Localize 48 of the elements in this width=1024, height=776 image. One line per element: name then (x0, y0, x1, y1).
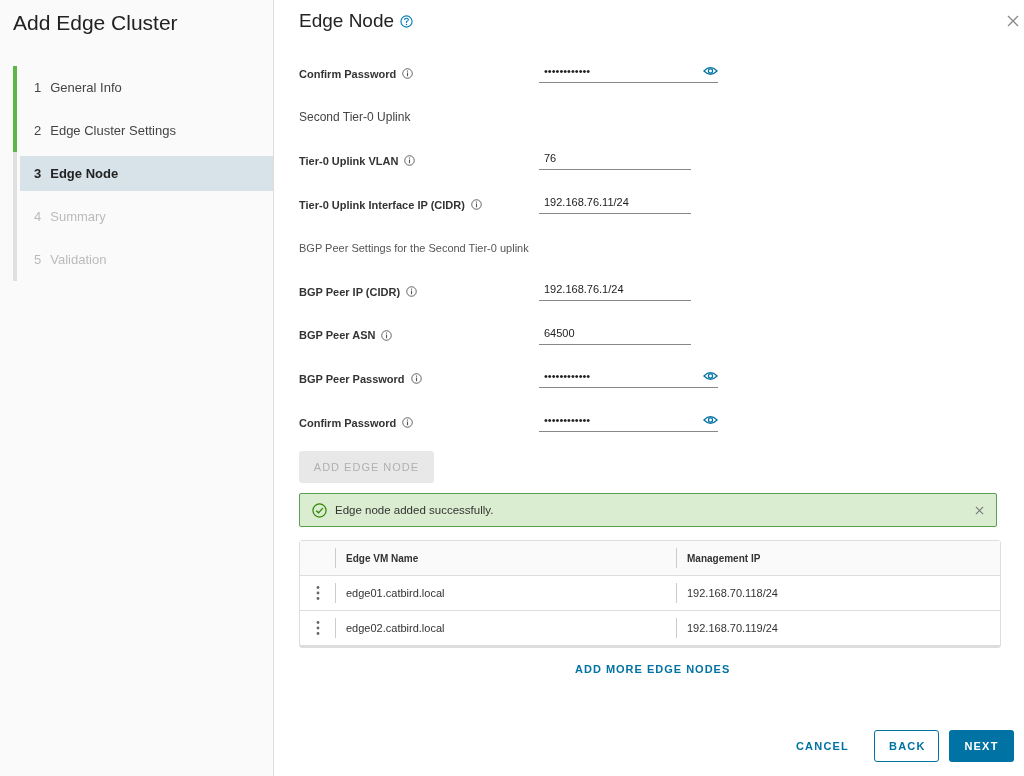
table-cell: 192.168.70.119/24 (676, 618, 1000, 639)
add-more-edge-nodes-link[interactable]: ADD MORE EDGE NODES (569, 662, 737, 677)
input-field[interactable]: 76 (539, 151, 691, 171)
input-field[interactable]: 192.168.76.11/24 (539, 195, 691, 215)
info-icon[interactable] (402, 417, 414, 429)
wizard-step[interactable]: 1 General Info (20, 66, 273, 109)
field-label: BGP Peer IP (CIDR) (299, 285, 401, 298)
field-label: Tier-0 Uplink Interface IP (CIDR) (299, 198, 465, 211)
column-header: Edge VM Name (335, 548, 676, 569)
table-cell: 192.168.70.118/24 (676, 583, 1000, 604)
field-label: Confirm Password (299, 67, 397, 80)
section-subheading: BGP Peer Settings for the Second Tier-0 uplink (299, 242, 529, 255)
info-icon[interactable] (410, 373, 422, 385)
eye-icon[interactable] (703, 415, 718, 426)
cancel-button[interactable]: CANCEL (780, 730, 864, 762)
close-icon[interactable] (975, 505, 984, 515)
wizard-step[interactable]: 2 Edge Cluster Settings (20, 109, 273, 152)
table-cell: edge02.catbird.local (335, 618, 676, 639)
info-icon[interactable] (404, 155, 416, 167)
field-label: BGP Peer Password (299, 372, 405, 385)
field-label: Confirm Password (299, 416, 397, 429)
page-title: Edge Node (299, 10, 395, 32)
info-icon[interactable] (406, 286, 418, 298)
more-options-icon[interactable] (315, 585, 320, 602)
table-cell: edge01.catbird.local (335, 583, 676, 604)
help-icon[interactable] (400, 14, 414, 28)
eye-icon[interactable] (703, 66, 718, 77)
close-icon[interactable] (1007, 15, 1019, 27)
column-header: Management IP (676, 548, 1000, 569)
section-heading: Second Tier-0 Uplink (299, 110, 411, 125)
info-icon[interactable] (402, 68, 414, 80)
input-field[interactable]: 64500 (539, 325, 691, 345)
alert-message: Edge node added successfully. (335, 504, 495, 517)
check-circle-icon (312, 502, 327, 518)
info-icon[interactable] (470, 199, 482, 211)
wizard-step[interactable]: 3 Edge Node (20, 156, 273, 191)
password-field[interactable]: •••••••••••• (539, 369, 718, 389)
eye-icon[interactable] (703, 371, 718, 382)
input-field[interactable]: 192.168.76.1/24 (539, 282, 691, 302)
password-field[interactable]: •••••••••••• (539, 413, 718, 433)
field-label: Tier-0 Uplink VLAN (299, 155, 399, 167)
field-label: BGP Peer ASN (299, 329, 376, 342)
more-options-icon[interactable] (315, 620, 320, 637)
back-button[interactable]: BACK (874, 730, 939, 762)
next-button[interactable]: NEXT (949, 730, 1014, 762)
password-field[interactable]: •••••••••••• (539, 64, 718, 84)
wizard-title: Add Edge Cluster (13, 11, 179, 35)
info-icon[interactable] (381, 329, 393, 341)
